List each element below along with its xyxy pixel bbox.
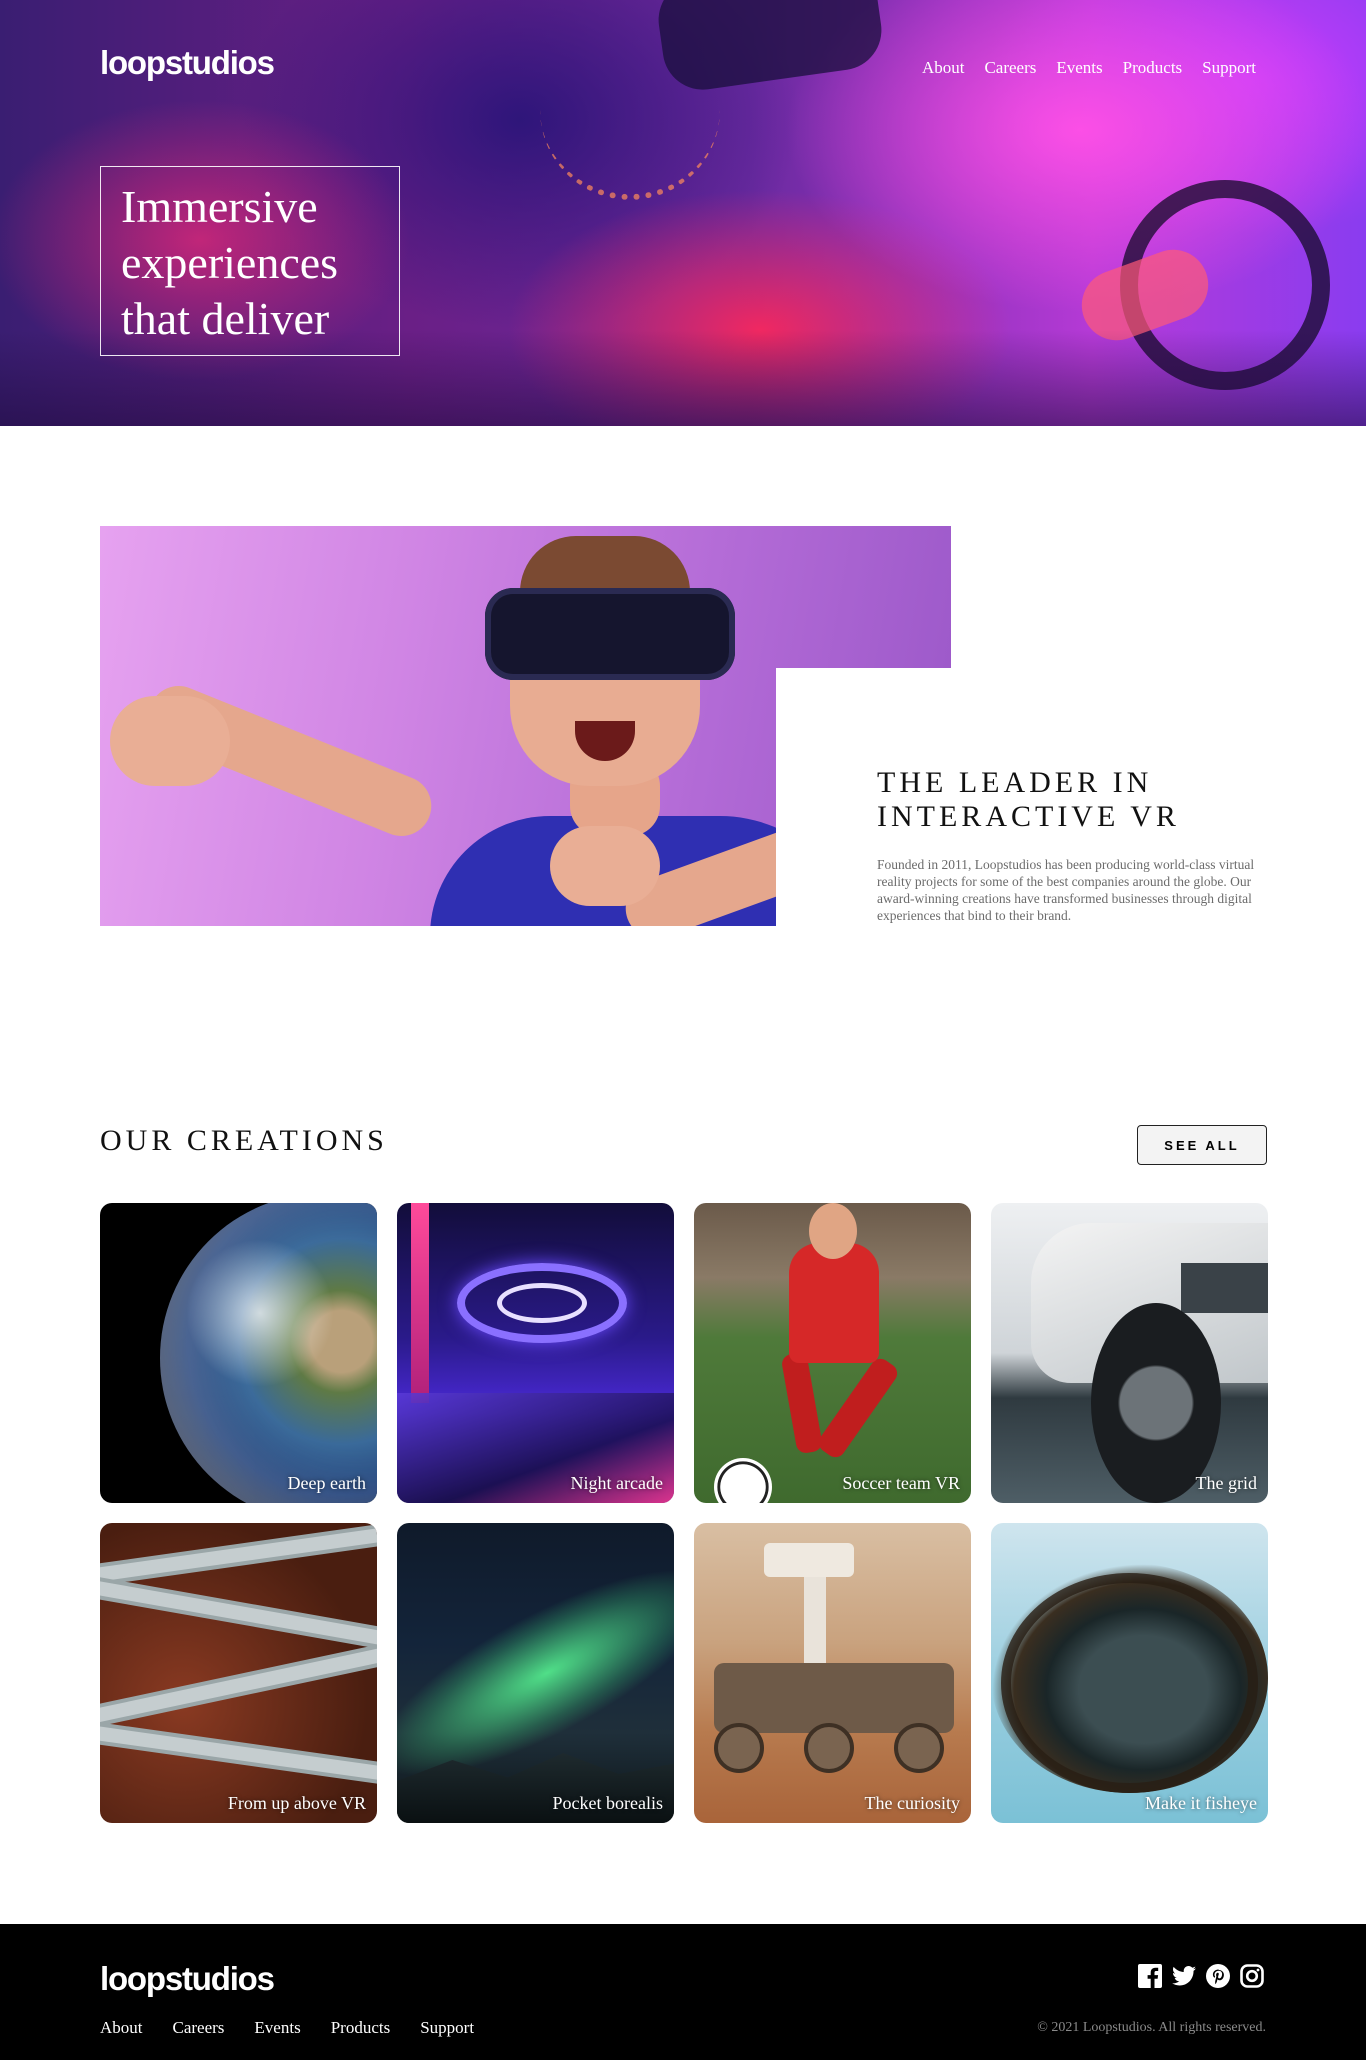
- creation-label: The curiosity: [864, 1793, 960, 1813]
- hero-headline: Immersive experiences that deliver: [121, 181, 339, 344]
- vr-headset-icon: [485, 588, 735, 680]
- footer-link-support[interactable]: Support: [420, 2018, 474, 2038]
- fisheye-ring-image: [1001, 1573, 1258, 1793]
- footer-logo[interactable]: loopstudios: [100, 1960, 275, 1998]
- creation-card-make-it-fisheye[interactable]: Make it fisheye: [991, 1523, 1268, 1823]
- about-heading: The leader in interactive VR: [877, 766, 1180, 833]
- vr-image-right-hand: [550, 826, 660, 906]
- about-body: Founded in 2011, Loopstudios has been pr…: [877, 857, 1255, 923]
- header-nav: About Careers Events Products Support: [922, 58, 1256, 78]
- road-image: [100, 1574, 377, 1654]
- nav-link-products[interactable]: Products: [1123, 58, 1183, 78]
- hero-headline-box: Immersive experiences that deliver: [100, 166, 400, 356]
- creations-grid: Deep earth Night arcade Soccer team VR T…: [100, 1203, 1268, 1823]
- creation-card-night-arcade[interactable]: Night arcade: [397, 1203, 674, 1503]
- creation-label: Pocket borealis: [552, 1793, 663, 1813]
- rover-camera-image: [764, 1543, 854, 1577]
- hero-image-necklace: [540, 110, 720, 200]
- arcade-pole-image: [411, 1203, 429, 1403]
- footer-nav: About Careers Events Products Support: [100, 2018, 474, 2038]
- footer: loopstudios About Careers Events Product…: [0, 1924, 1366, 2060]
- road-image: [100, 1523, 377, 1588]
- creation-label: Deep earth: [287, 1473, 366, 1493]
- social-links: [1138, 1964, 1264, 1988]
- creations-title: Our creations: [100, 1124, 388, 1157]
- clouds-image: [180, 1233, 340, 1393]
- footer-link-products[interactable]: Products: [331, 2018, 391, 2038]
- vr-man-image: [100, 526, 951, 926]
- car-livery-image: [1181, 1263, 1268, 1313]
- creation-label: Night arcade: [570, 1473, 663, 1493]
- vr-image-left-hand: [110, 696, 230, 786]
- pinterest-icon[interactable]: [1206, 1964, 1230, 1988]
- hero-image-headset: [653, 0, 887, 95]
- instagram-icon[interactable]: [1240, 1964, 1264, 1988]
- creation-card-from-up-above-vr[interactable]: From up above VR: [100, 1523, 377, 1823]
- player-head-image: [809, 1203, 857, 1259]
- arcade-inner-ring-image: [497, 1283, 587, 1323]
- see-all-button[interactable]: See all: [1137, 1125, 1267, 1165]
- creation-card-soccer-team-vr[interactable]: Soccer team VR: [694, 1203, 971, 1503]
- player-leg-image: [814, 1354, 902, 1462]
- footer-link-events[interactable]: Events: [254, 2018, 300, 2038]
- player-leg-image: [780, 1351, 824, 1455]
- nav-link-careers[interactable]: Careers: [984, 58, 1036, 78]
- creation-card-the-grid[interactable]: The grid: [991, 1203, 1268, 1503]
- creation-label: From up above VR: [227, 1793, 366, 1813]
- creation-card-pocket-borealis[interactable]: Pocket borealis: [397, 1523, 674, 1823]
- nav-link-support[interactable]: Support: [1202, 58, 1256, 78]
- header-logo[interactable]: loopstudios: [100, 44, 275, 82]
- nav-link-events[interactable]: Events: [1056, 58, 1102, 78]
- copyright-text: © 2021 Loopstudios. All rights reserved.: [1037, 2020, 1266, 2035]
- road-image: [100, 1638, 377, 1730]
- rover-wheel-image: [894, 1723, 944, 1773]
- creation-card-the-curiosity[interactable]: The curiosity: [694, 1523, 971, 1823]
- about-text-block: The leader in interactive VR Founded in …: [877, 766, 1277, 924]
- rover-wheel-image: [714, 1723, 764, 1773]
- footer-link-about[interactable]: About: [100, 2018, 143, 2038]
- nav-link-about[interactable]: About: [922, 58, 965, 78]
- player-body-image: [789, 1243, 879, 1363]
- facebook-icon[interactable]: [1138, 1964, 1162, 1988]
- hero-section: loopstudios About Careers Events Product…: [0, 0, 1366, 426]
- rover-wheel-image: [804, 1723, 854, 1773]
- creation-label: The grid: [1195, 1473, 1257, 1493]
- twitter-icon[interactable]: [1172, 1964, 1196, 1988]
- creation-label: Soccer team VR: [842, 1473, 960, 1493]
- road-image: [100, 1720, 377, 1788]
- footer-link-careers[interactable]: Careers: [173, 2018, 225, 2038]
- creation-card-deep-earth[interactable]: Deep earth: [100, 1203, 377, 1503]
- soccer-ball-icon: [714, 1458, 772, 1503]
- creation-label: Make it fisheye: [1145, 1793, 1257, 1813]
